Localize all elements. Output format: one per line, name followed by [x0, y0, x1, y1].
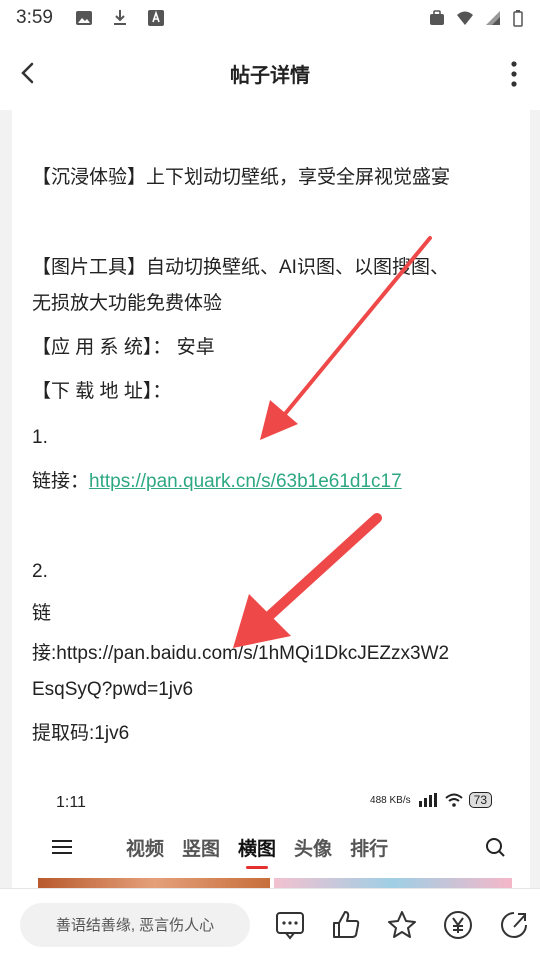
item-2-link-text[interactable]: 接:https://pan.baidu.com/s/1hMQi1DkcJEZzx…: [32, 640, 449, 668]
signal-icon: [486, 11, 500, 25]
item-1-number: 1.: [32, 427, 48, 448]
extraction-code: 提取码:1jv6: [32, 723, 130, 744]
menu-icon: [52, 840, 72, 854]
item-2-link-text-cont[interactable]: EsqSyQ?pwd=1jv6: [32, 676, 193, 704]
embed-tab-bar: 视频 竖图 横图 头像 排行: [52, 832, 512, 869]
wifi-icon: [457, 11, 473, 25]
app-header: 帖子详情: [0, 36, 540, 110]
comment-input[interactable]: 善语结善缘, 恶言伤人心: [20, 902, 250, 947]
embed-time: 1:11: [56, 794, 86, 811]
embed-battery: 73: [468, 792, 492, 808]
embedded-screenshot[interactable]: 1:11 488 KB/s 73 视频 竖图 横图 头像 排行: [32, 780, 512, 890]
item-1-link-label: 链接：: [32, 471, 90, 492]
comment-icon[interactable]: [274, 909, 306, 941]
briefcase-icon: [430, 10, 444, 25]
post-content: 【沉浸体验】上下划动切壁纸，享受全屏视觉盛宴 【图片工具】自动切换壁纸、AI识图…: [12, 110, 530, 890]
item-2-link-label: 链: [32, 603, 52, 624]
post-line-tools: 【图片工具】自动切换壁纸、AI识图、以图搜图、: [32, 257, 449, 278]
search-icon: [486, 838, 505, 857]
share-icon[interactable]: [498, 909, 530, 941]
embed-tab-ranking: 排行: [350, 838, 389, 860]
quark-link[interactable]: https://pan.quark.cn/s/63b1e61d1c17: [89, 471, 402, 492]
back-arrow-icon[interactable]: [14, 58, 44, 88]
embed-tab-avatar: 头像: [294, 838, 333, 860]
bottom-action-bar: 善语结善缘, 恶言伤人心: [0, 888, 540, 960]
like-icon[interactable]: [330, 909, 362, 941]
page-title: 帖子详情: [230, 64, 310, 87]
download-icon: [113, 10, 126, 25]
reward-icon[interactable]: [442, 909, 474, 941]
more-vertical-icon[interactable]: [510, 60, 518, 88]
embed-status: 488 KB/s 73: [370, 792, 492, 808]
embed-tab-landscape: 横图: [238, 834, 276, 869]
post-line-download: 【下 载 地 址】：: [32, 381, 172, 402]
embed-signal-icon: [418, 793, 437, 807]
font-icon: [147, 10, 164, 26]
item-1-link-row: 链接：https://pan.quark.cn/s/63b1e61d1c17: [32, 468, 402, 496]
post-line-tools-cont: 无损放大功能免费体验: [32, 293, 223, 314]
embed-wifi-icon: [444, 793, 463, 807]
battery-icon: [513, 10, 523, 27]
star-icon[interactable]: [386, 909, 418, 941]
embed-tab-video: 视频: [126, 838, 165, 860]
status-time: 3:59: [16, 7, 53, 28]
image-icon: [75, 11, 92, 25]
post-line-system: 【应 用 系 统】： 安卓: [32, 337, 215, 358]
comment-placeholder: 善语结善缘, 恶言伤人心: [55, 917, 215, 934]
item-2-number: 2.: [32, 561, 48, 582]
embed-tab-portrait: 竖图: [182, 838, 221, 860]
post-line-immersive: 【沉浸体验】上下划动切壁纸，享受全屏视觉盛宴: [32, 167, 451, 188]
status-bar: 3:59: [0, 0, 540, 36]
embed-speed: 488 KB/s: [370, 794, 411, 806]
